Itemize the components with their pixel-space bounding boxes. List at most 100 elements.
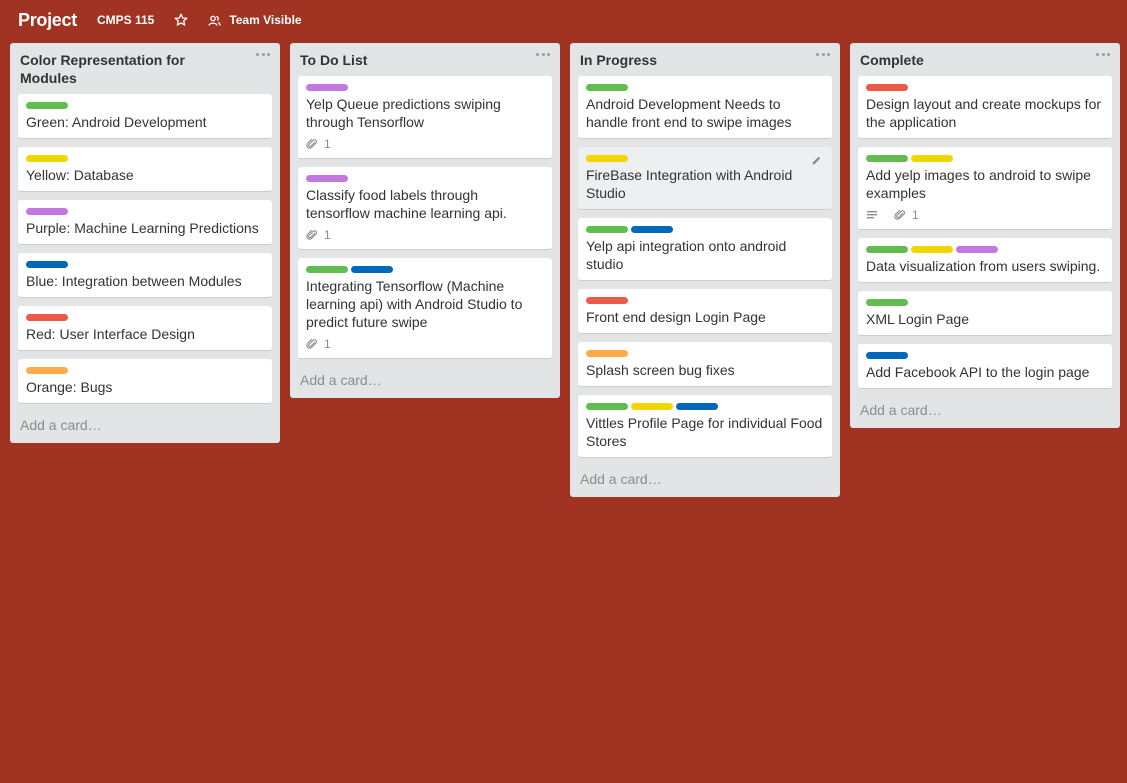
card[interactable]: Purple: Machine Learning Predictions bbox=[18, 200, 272, 245]
card[interactable]: Design layout and create mockups for the… bbox=[858, 76, 1112, 139]
label-green bbox=[306, 266, 348, 273]
card-title: Yelp api integration onto android studio bbox=[586, 238, 787, 272]
label-blue bbox=[676, 403, 718, 410]
card[interactable]: Red: User Interface Design bbox=[18, 306, 272, 351]
label-yellow bbox=[911, 246, 953, 253]
list: In Progress Android Development Needs to … bbox=[570, 43, 840, 497]
card-title: Purple: Machine Learning Predictions bbox=[26, 220, 259, 236]
label-red bbox=[866, 84, 908, 91]
list-menu-icon[interactable] bbox=[1096, 47, 1110, 61]
label-red bbox=[586, 297, 628, 304]
attachment-count: 1 bbox=[324, 137, 331, 151]
card-labels bbox=[26, 367, 264, 374]
card[interactable]: Data visualization from users swiping. bbox=[858, 238, 1112, 283]
card-labels bbox=[866, 246, 1104, 253]
card[interactable]: Integrating Tensorflow (Machine learning… bbox=[298, 258, 552, 359]
card-labels bbox=[26, 208, 264, 215]
card[interactable]: Yelp Queue predictions swiping through T… bbox=[298, 76, 552, 159]
list: Complete Design layout and create mockups… bbox=[850, 43, 1120, 428]
list-title[interactable]: Color Representation for Modules bbox=[20, 52, 185, 86]
list: To Do List Yelp Queue predictions swiping… bbox=[290, 43, 560, 398]
card[interactable]: Yelp api integration onto android studio bbox=[578, 218, 832, 281]
card-title: Yelp Queue predictions swiping through T… bbox=[306, 96, 501, 130]
add-card-button[interactable]: Add a card… bbox=[298, 367, 552, 398]
attachment-badge: 1 bbox=[306, 335, 331, 353]
description-icon bbox=[866, 209, 878, 221]
card-badges: 1 bbox=[306, 137, 544, 151]
card-title: FireBase Integration with Android Studio bbox=[586, 167, 793, 201]
card-labels bbox=[586, 84, 824, 91]
org-name[interactable]: CMPS 115 bbox=[97, 13, 154, 27]
card-title: Design layout and create mockups for the… bbox=[866, 96, 1102, 130]
label-green bbox=[586, 403, 628, 410]
card-title: Yellow: Database bbox=[26, 167, 134, 183]
card-title: Data visualization from users swiping. bbox=[866, 258, 1101, 274]
add-card-button[interactable]: Add a card… bbox=[18, 412, 272, 443]
list-header: Complete bbox=[858, 43, 1112, 76]
list-menu-icon[interactable] bbox=[816, 47, 830, 61]
card-labels bbox=[866, 299, 1104, 306]
attachment-badge: 1 bbox=[306, 135, 331, 153]
attachment-count: 1 bbox=[324, 228, 331, 242]
card[interactable]: Classify food labels through tensorflow … bbox=[298, 167, 552, 250]
label-yellow bbox=[586, 155, 628, 162]
list-title[interactable]: Complete bbox=[860, 52, 924, 68]
card-title: Add Facebook API to the login page bbox=[866, 364, 1090, 380]
board-title[interactable]: Project bbox=[18, 10, 77, 31]
card[interactable]: Green: Android Development bbox=[18, 94, 272, 139]
label-purple bbox=[956, 246, 998, 253]
card-title: Red: User Interface Design bbox=[26, 326, 195, 342]
card[interactable]: Orange: Bugs bbox=[18, 359, 272, 404]
list-menu-icon[interactable] bbox=[256, 47, 270, 61]
label-blue bbox=[351, 266, 393, 273]
card-title: Blue: Integration between Modules bbox=[26, 273, 242, 289]
card[interactable]: Add yelp images to android to swipe exam… bbox=[858, 147, 1112, 230]
card[interactable]: Android Development Needs to handle fron… bbox=[578, 76, 832, 139]
list-title[interactable]: To Do List bbox=[300, 52, 367, 68]
paperclip-icon bbox=[306, 338, 318, 350]
card-badges: 1 bbox=[866, 208, 1104, 222]
card[interactable]: Yellow: Database bbox=[18, 147, 272, 192]
list-title[interactable]: In Progress bbox=[580, 52, 657, 68]
label-blue bbox=[631, 226, 673, 233]
add-card-button[interactable]: Add a card… bbox=[858, 397, 1112, 428]
star-icon[interactable] bbox=[174, 13, 188, 27]
card-badges: 1 bbox=[306, 337, 544, 351]
card[interactable]: Front end design Login Page bbox=[578, 289, 832, 334]
label-green bbox=[866, 299, 908, 306]
card[interactable]: Vittles Profile Page for individual Food… bbox=[578, 395, 832, 458]
paperclip-icon bbox=[306, 229, 318, 241]
label-green bbox=[866, 155, 908, 162]
visibility-button[interactable]: Team Visible bbox=[208, 13, 302, 27]
label-purple bbox=[26, 208, 68, 215]
card-title: XML Login Page bbox=[866, 311, 969, 327]
add-card-button[interactable]: Add a card… bbox=[578, 466, 832, 497]
card-labels bbox=[586, 226, 824, 233]
card[interactable]: Add Facebook API to the login page bbox=[858, 344, 1112, 389]
label-yellow bbox=[26, 155, 68, 162]
list: Color Representation for Modules Green: A… bbox=[10, 43, 280, 443]
label-blue bbox=[866, 352, 908, 359]
pencil-icon[interactable] bbox=[811, 155, 822, 166]
card-title: Green: Android Development bbox=[26, 114, 207, 130]
label-green bbox=[26, 102, 68, 109]
card[interactable]: Blue: Integration between Modules bbox=[18, 253, 272, 298]
attachment-badge: 1 bbox=[306, 226, 331, 244]
card-labels bbox=[866, 155, 1104, 162]
card-labels bbox=[866, 352, 1104, 359]
card-list: Design layout and create mockups for the… bbox=[858, 76, 1112, 397]
list-header: To Do List bbox=[298, 43, 552, 76]
card-title: Orange: Bugs bbox=[26, 379, 113, 395]
card-labels bbox=[26, 155, 264, 162]
label-green bbox=[586, 84, 628, 91]
label-yellow bbox=[911, 155, 953, 162]
card[interactable]: FireBase Integration with Android Studio bbox=[578, 147, 832, 210]
attachment-count: 1 bbox=[324, 337, 331, 351]
list-menu-icon[interactable] bbox=[536, 47, 550, 61]
card[interactable]: Splash screen bug fixes bbox=[578, 342, 832, 387]
card[interactable]: XML Login Page bbox=[858, 291, 1112, 336]
description-badge bbox=[866, 209, 884, 221]
label-purple bbox=[306, 175, 348, 182]
card-labels bbox=[586, 297, 824, 304]
label-purple bbox=[306, 84, 348, 91]
